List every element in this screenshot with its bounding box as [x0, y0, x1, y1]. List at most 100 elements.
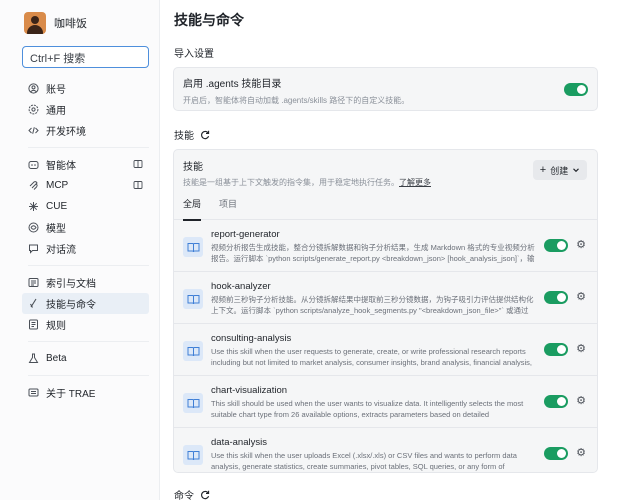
skills-card-header: 技能 技能是一组基于上下文触发的指令集，用于稳定地执行任务。了解更多 + 创建: [174, 150, 597, 190]
sidebar-item-label: Beta: [46, 353, 67, 364]
skills-icon: [28, 298, 39, 309]
search-input[interactable]: Ctrl+F 搜索: [22, 46, 149, 68]
skill-list: report-generator 视频分析报告生成技能，整合分镜拆解数据和钩子分析…: [174, 220, 597, 472]
import-agents-desc: 开启后，智能体将自动加载 .agents/skills 路径下的自定义技能。: [183, 96, 410, 105]
skills-card-desc: 技能是一组基于上下文触发的指令集，用于稳定地执行任务。了解更多: [183, 177, 589, 188]
sidebar: 咖啡饭 Ctrl+F 搜索 账号通用开发环境智能体 MCP CUE 模型对话流索引与文…: [0, 0, 160, 500]
skill-row[interactable]: consulting-analysis Use this skill when t…: [174, 324, 597, 376]
skill-name: hook-analyzer: [211, 281, 271, 292]
gear-icon[interactable]: ⚙: [575, 395, 587, 407]
sidebar-divider: [28, 265, 149, 266]
sidebar-item-chat-flow[interactable]: 对话流: [22, 238, 149, 259]
sidebar-item-mcp[interactable]: MCP: [22, 175, 149, 196]
gear-icon: [28, 104, 39, 115]
skill-description: This skill should be used when the user …: [211, 399, 524, 419]
tab-project[interactable]: 项目: [219, 196, 237, 220]
gear-icon[interactable]: ⚙: [575, 291, 587, 303]
gear-icon[interactable]: ⚙: [575, 239, 587, 251]
profile[interactable]: 咖啡饭: [24, 12, 149, 34]
avatar: [24, 12, 46, 34]
beta-icon: [28, 353, 39, 364]
skills-section-title: 技能: [174, 128, 634, 142]
sidebar-item-label: 对话流: [46, 245, 76, 256]
agent-icon: [28, 159, 39, 170]
profile-name: 咖啡饭: [54, 18, 87, 30]
mcp-icon: [28, 180, 39, 191]
skill-name: report-generator: [211, 229, 280, 240]
page-title: 技能与命令: [174, 12, 244, 28]
sidebar-divider: [28, 375, 149, 376]
sidebar-nav: 账号通用开发环境智能体 MCP CUE 模型对话流索引与文档技能与命令规则 Beta 关于…: [22, 78, 149, 403]
chevron-down-icon: [572, 166, 580, 174]
import-section-title: 导入设置: [174, 46, 634, 60]
import-agents-card: 启用 .agents 技能目录 开启后，智能体将自动加载 .agents/ski…: [173, 67, 598, 111]
main-content: 技能与命令 导入设置 启用 .agents 技能目录 开启后，智能体将自动加载 …: [160, 0, 634, 500]
learn-more-link[interactable]: 了解更多: [399, 178, 431, 187]
skill-row[interactable]: report-generator 视频分析报告生成技能，整合分镜拆解数据和钩子分析…: [174, 220, 597, 272]
import-agents-title: 启用 .agents 技能目录: [183, 79, 282, 90]
refresh-icon[interactable]: [200, 130, 210, 140]
skill-toggle[interactable]: [544, 447, 568, 460]
tab-global[interactable]: 全局: [183, 196, 202, 221]
sidebar-item-label: CUE: [46, 201, 68, 212]
sidebar-item-label: 技能与命令: [46, 300, 96, 311]
skill-toggle[interactable]: [544, 395, 568, 408]
user-icon: [28, 83, 39, 94]
sidebar-item-rules[interactable]: 规则: [22, 314, 149, 335]
code-icon: [28, 125, 39, 136]
skill-description: Use this skill when the user uploads Exc…: [211, 451, 517, 471]
commands-section-title: 命令: [174, 487, 210, 500]
skills-section-label: 技能: [174, 131, 194, 142]
chat-flow-icon: [28, 243, 39, 254]
refresh-icon[interactable]: [200, 490, 210, 500]
book-icon: [183, 393, 203, 413]
sidebar-item-model[interactable]: 模型: [22, 217, 149, 238]
import-agents-toggle[interactable]: [564, 83, 588, 96]
sidebar-item-label: MCP: [46, 180, 69, 191]
sidebar-item-label: 账号: [46, 85, 66, 96]
skills-card-title: 技能: [183, 162, 203, 173]
skill-toggle[interactable]: [544, 291, 568, 304]
skill-toggle[interactable]: [544, 239, 568, 252]
skill-description: 视频前三秒钩子分析技能。从分镜拆解结果中提取前三秒分镜数据，为钩子吸引力评估提供…: [211, 295, 534, 315]
sidebar-item-gear[interactable]: 通用: [22, 99, 149, 120]
book-icon: [183, 237, 203, 257]
sidebar-item-beta[interactable]: Beta: [22, 348, 149, 369]
create-skill-button[interactable]: + 创建: [533, 160, 587, 180]
sidebar-item-label: 规则: [46, 321, 66, 332]
skill-row[interactable]: chart-visualization This skill should be …: [174, 376, 597, 428]
model-icon: [28, 222, 39, 233]
book-icon: [183, 289, 203, 309]
sparkle-icon: [28, 201, 39, 212]
sidebar-item-label: 智能体: [46, 161, 76, 172]
sidebar-item-label: 模型: [46, 224, 66, 235]
skill-name: chart-visualization: [211, 385, 288, 396]
skill-row[interactable]: hook-analyzer 视频前三秒钩子分析技能。从分镜拆解结果中提取前三秒分镜…: [174, 272, 597, 324]
gear-icon[interactable]: ⚙: [575, 447, 587, 459]
open-panel-icon[interactable]: [133, 180, 143, 190]
plus-icon: +: [539, 164, 547, 176]
skill-row[interactable]: data-analysis Use this skill when the use…: [174, 428, 597, 472]
sidebar-item-code[interactable]: 开发环境: [22, 120, 149, 141]
skill-description: 视频分析报告生成技能，整合分镜拆解数据和钩子分析结果，生成 Markdown 格…: [211, 243, 535, 263]
create-button-label: 创建: [550, 165, 569, 176]
sidebar-item-agent[interactable]: 智能体: [22, 154, 149, 175]
sidebar-item-skills[interactable]: 技能与命令: [22, 293, 149, 314]
sidebar-item-index[interactable]: 索引与文档: [22, 272, 149, 293]
skill-toggle[interactable]: [544, 343, 568, 356]
sidebar-item-user[interactable]: 账号: [22, 78, 149, 99]
sidebar-item-sparkle[interactable]: CUE: [22, 196, 149, 217]
sidebar-item-label: 通用: [46, 106, 66, 117]
commands-section-label: 命令: [174, 491, 194, 500]
sidebar-item-about[interactable]: 关于 TRAE: [22, 382, 149, 403]
book-icon: [183, 445, 203, 465]
gear-icon[interactable]: ⚙: [575, 343, 587, 355]
book-icon: [183, 341, 203, 361]
import-section-label: 导入设置: [174, 49, 214, 60]
sidebar-divider: [28, 341, 149, 342]
sidebar-item-label: 开发环境: [46, 127, 86, 138]
skills-card: 技能 技能是一组基于上下文触发的指令集，用于稳定地执行任务。了解更多 + 创建 …: [173, 149, 598, 473]
skill-name: consulting-analysis: [211, 333, 292, 344]
sidebar-item-label: 索引与文档: [46, 279, 96, 290]
open-panel-icon[interactable]: [133, 159, 143, 169]
